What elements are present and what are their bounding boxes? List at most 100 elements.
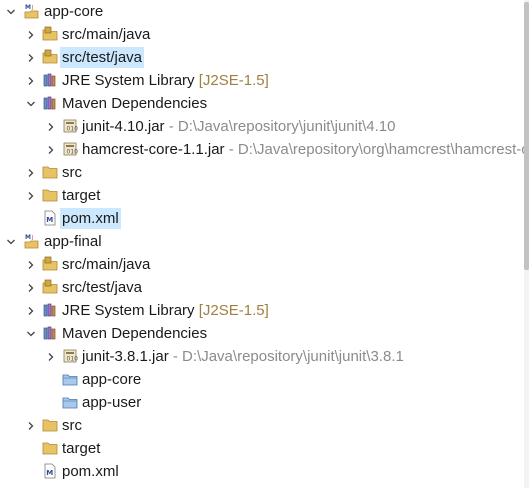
maven-dependencies-label: Maven Dependencies xyxy=(62,95,208,112)
tree-item-jar[interactable]: 010 junit-3.8.1.jar - D:\Java\repository… xyxy=(0,345,524,368)
tree-item-project-dependency[interactable]: app-user xyxy=(0,391,524,414)
library-label: JRE System Library [J2SE-1.5] xyxy=(60,300,271,321)
project-label: app-final xyxy=(44,233,102,250)
chevron-right-icon[interactable] xyxy=(24,253,38,276)
folder-icon xyxy=(42,164,58,180)
svg-text:M: M xyxy=(46,469,53,477)
folder-icon xyxy=(42,440,58,456)
library-icon xyxy=(42,325,58,341)
file-label: pom.xml xyxy=(62,463,119,480)
library-icon xyxy=(42,302,58,318)
tree-item-src-test-java[interactable]: src/test/java xyxy=(0,276,524,299)
svg-text:M: M xyxy=(25,234,31,241)
svg-text:010: 010 xyxy=(67,149,79,156)
tree-item-app-final[interactable]: M J app-final xyxy=(0,230,524,253)
tree-item-target[interactable]: target xyxy=(0,184,524,207)
jar-path: - D:\Java\repository\org\hamcrest\hamcre… xyxy=(228,141,524,158)
maven-project-icon: M J xyxy=(24,233,40,249)
chevron-right-icon[interactable] xyxy=(24,46,38,69)
tree-item-jar[interactable]: 010 hamcrest-core-1.1.jar - D:\Java\repo… xyxy=(0,138,524,161)
tree-item-src-main-java[interactable]: src/main/java xyxy=(0,23,524,46)
maven-dependencies-label: Maven Dependencies xyxy=(62,325,208,342)
project-folder-icon xyxy=(62,394,78,410)
project-label: app-core xyxy=(44,3,104,20)
tree-item-maven-dependencies[interactable]: Maven Dependencies xyxy=(0,322,524,345)
project-folder-icon xyxy=(62,371,78,387)
jar-name: junit-3.8.1.jar xyxy=(82,348,169,365)
chevron-right-icon[interactable] xyxy=(24,184,38,207)
file-label: pom.xml xyxy=(60,208,121,229)
project-dependency-label: app-user xyxy=(82,394,142,411)
chevron-right-icon[interactable] xyxy=(24,276,38,299)
svg-text:M: M xyxy=(25,4,31,11)
tree-item-project-dependency[interactable]: app-core xyxy=(0,368,524,391)
library-name: JRE System Library xyxy=(62,302,195,319)
source-folder-icon xyxy=(42,26,58,42)
pom-file-icon: M xyxy=(42,463,58,479)
source-folder-label: src/main/java xyxy=(62,26,151,43)
tree-item-jre-system-library[interactable]: JRE System Library [J2SE-1.5] xyxy=(0,299,524,322)
svg-text:010: 010 xyxy=(67,126,79,133)
scrollbar-thumb[interactable] xyxy=(524,2,529,270)
svg-text:M: M xyxy=(46,216,53,224)
jar-path: - D:\Java\repository\junit\junit\4.10 xyxy=(164,118,396,135)
chevron-right-icon[interactable] xyxy=(24,69,38,92)
chevron-down-icon[interactable] xyxy=(4,0,18,23)
jar-path: - D:\Java\repository\junit\junit\3.8.1 xyxy=(168,348,404,365)
chevron-down-icon[interactable] xyxy=(24,92,38,115)
tree-item-src[interactable]: src xyxy=(0,414,524,437)
tree-item-pom-xml[interactable]: M pom.xml xyxy=(0,460,524,483)
chevron-right-icon[interactable] xyxy=(44,345,58,368)
folder-label: src xyxy=(62,164,82,181)
chevron-right-icon[interactable] xyxy=(24,23,38,46)
tree-item-src[interactable]: src xyxy=(0,161,524,184)
source-folder-label: src/main/java xyxy=(62,256,151,273)
chevron-right-icon[interactable] xyxy=(24,161,38,184)
jar-label: hamcrest-core-1.1.jar - D:\Java\reposito… xyxy=(80,139,524,160)
svg-text:J: J xyxy=(31,235,33,241)
jar-icon: 010 xyxy=(62,348,78,364)
chevron-down-icon[interactable] xyxy=(4,230,18,253)
tree-item-app-core[interactable]: M J app-core xyxy=(0,0,524,23)
chevron-down-icon[interactable] xyxy=(24,322,38,345)
tree-item-src-main-java[interactable]: src/main/java xyxy=(0,253,524,276)
jar-label: junit-4.10.jar - D:\Java\repository\juni… xyxy=(80,116,398,137)
vertical-scrollbar[interactable] xyxy=(524,0,529,488)
project-explorer-tree: M J app-core src/main/java src/test/java… xyxy=(0,0,524,488)
tree-item-jre-system-library[interactable]: JRE System Library [J2SE-1.5] xyxy=(0,69,524,92)
jar-name: hamcrest-core-1.1.jar xyxy=(82,141,225,158)
folder-label: target xyxy=(62,440,101,457)
pom-file-icon: M xyxy=(42,210,58,226)
svg-text:010: 010 xyxy=(67,356,79,363)
chevron-right-icon[interactable] xyxy=(24,299,38,322)
chevron-right-icon[interactable] xyxy=(44,115,58,138)
chevron-right-icon[interactable] xyxy=(24,414,38,437)
source-folder-icon xyxy=(42,279,58,295)
library-icon xyxy=(42,72,58,88)
chevron-right-icon[interactable] xyxy=(44,138,58,161)
jar-icon: 010 xyxy=(62,141,78,157)
jar-label: junit-3.8.1.jar - D:\Java\repository\jun… xyxy=(80,346,406,367)
tree-item-src-test-java[interactable]: src/test/java xyxy=(0,46,524,69)
source-folder-icon xyxy=(42,49,58,65)
source-folder-icon xyxy=(42,256,58,272)
folder-icon xyxy=(42,417,58,433)
library-icon xyxy=(42,95,58,111)
tree-item-target[interactable]: target xyxy=(0,437,524,460)
jar-name: junit-4.10.jar xyxy=(82,118,165,135)
source-folder-label: src/test/java xyxy=(60,47,145,68)
project-dependency-label: app-core xyxy=(82,371,142,388)
library-version: [J2SE-1.5] xyxy=(198,302,269,319)
tree-item-pom-xml[interactable]: M pom.xml xyxy=(0,207,524,230)
library-name: JRE System Library xyxy=(62,72,195,89)
folder-label: src xyxy=(62,417,82,434)
library-label: JRE System Library [J2SE-1.5] xyxy=(60,70,271,91)
jar-icon: 010 xyxy=(62,118,78,134)
tree-item-jar[interactable]: 010 junit-4.10.jar - D:\Java\repository\… xyxy=(0,115,524,138)
svg-text:J: J xyxy=(31,5,33,11)
source-folder-label: src/test/java xyxy=(62,279,143,296)
maven-project-icon: M J xyxy=(24,3,40,19)
tree-item-maven-dependencies[interactable]: Maven Dependencies xyxy=(0,92,524,115)
library-version: [J2SE-1.5] xyxy=(198,72,269,89)
folder-label: target xyxy=(62,187,101,204)
